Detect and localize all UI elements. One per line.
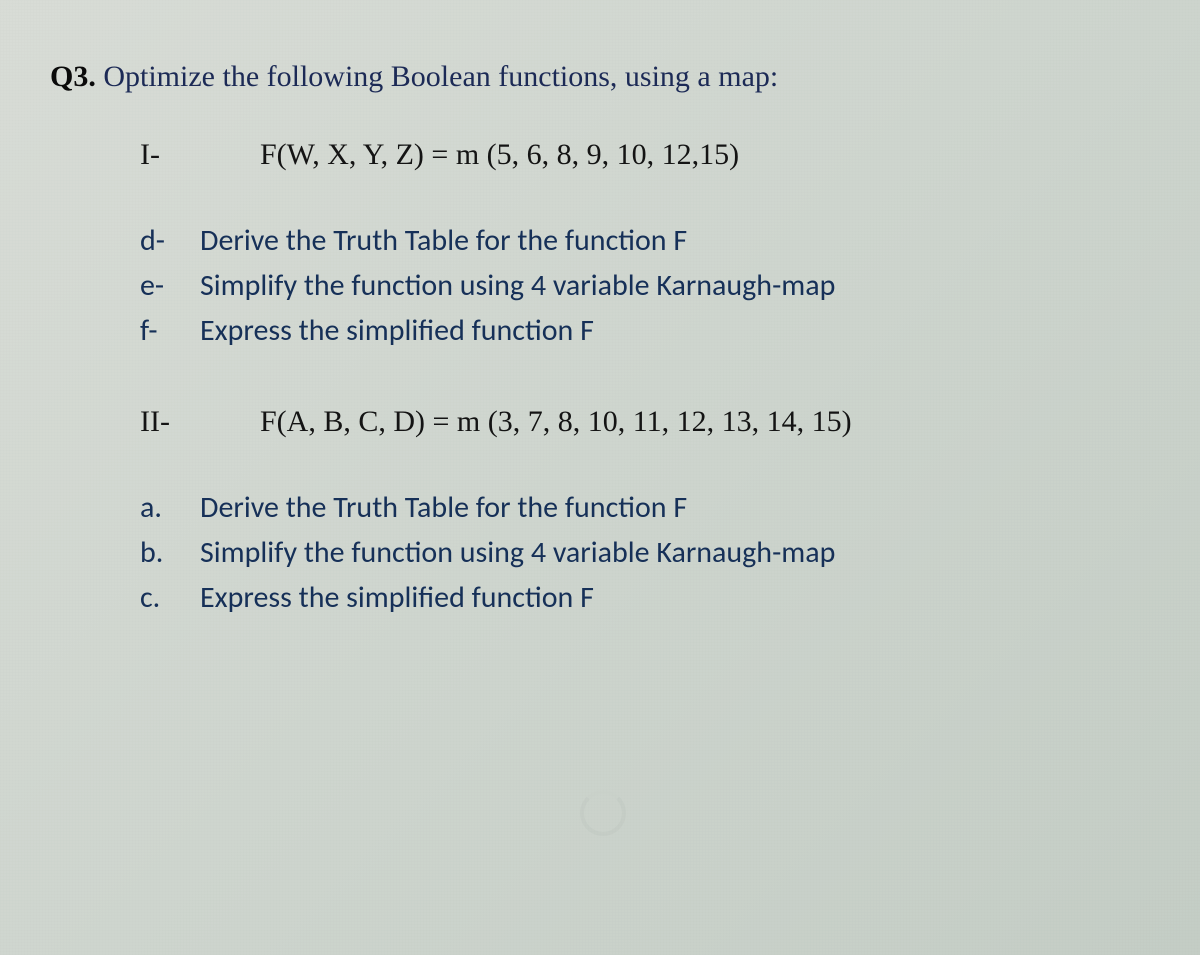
question-heading: Q3. Optimize the following Boolean funct… <box>50 60 1150 94</box>
part-marker-2: II- <box>140 405 260 439</box>
sub-marker: b. <box>140 534 200 571</box>
sub-list-1: d- Derive the Truth Table for the functi… <box>140 222 1150 349</box>
list-item: a. Derive the Truth Table for the functi… <box>140 489 1150 526</box>
question-label: Q3. <box>50 60 96 93</box>
sub-marker: d- <box>140 222 200 259</box>
sub-text: Express the simplified function F <box>200 579 594 616</box>
list-item: b. Simplify the function using 4 variabl… <box>140 534 1150 571</box>
sub-text: Simplify the function using 4 variable K… <box>200 267 835 304</box>
part-row-1: I- F(W, X, Y, Z) = m (5, 6, 8, 9, 10, 12… <box>140 138 1150 172</box>
list-item: c. Express the simplified function F <box>140 579 1150 616</box>
sub-text: Express the simplified function F <box>200 312 594 349</box>
sub-text: Derive the Truth Table for the function … <box>200 489 687 526</box>
loading-spinner-icon <box>580 790 626 836</box>
sub-text: Simplify the function using 4 variable K… <box>200 534 835 571</box>
part-formula-2: F(A, B, C, D) = m (3, 7, 8, 10, 11, 12, … <box>260 405 852 439</box>
sub-marker: a. <box>140 489 200 526</box>
list-item: f- Express the simplified function F <box>140 312 1150 349</box>
question-text: Optimize the following Boolean functions… <box>103 60 778 93</box>
sub-text: Derive the Truth Table for the function … <box>200 222 687 259</box>
part-row-2: II- F(A, B, C, D) = m (3, 7, 8, 10, 11, … <box>140 405 1150 439</box>
part-marker-1: I- <box>140 138 260 172</box>
part-formula-1: F(W, X, Y, Z) = m (5, 6, 8, 9, 10, 12,15… <box>260 138 739 172</box>
sub-list-2: a. Derive the Truth Table for the functi… <box>140 489 1150 616</box>
sub-marker: f- <box>140 312 200 349</box>
list-item: e- Simplify the function using 4 variabl… <box>140 267 1150 304</box>
sub-marker: e- <box>140 267 200 304</box>
list-item: d- Derive the Truth Table for the functi… <box>140 222 1150 259</box>
sub-marker: c. <box>140 579 200 616</box>
